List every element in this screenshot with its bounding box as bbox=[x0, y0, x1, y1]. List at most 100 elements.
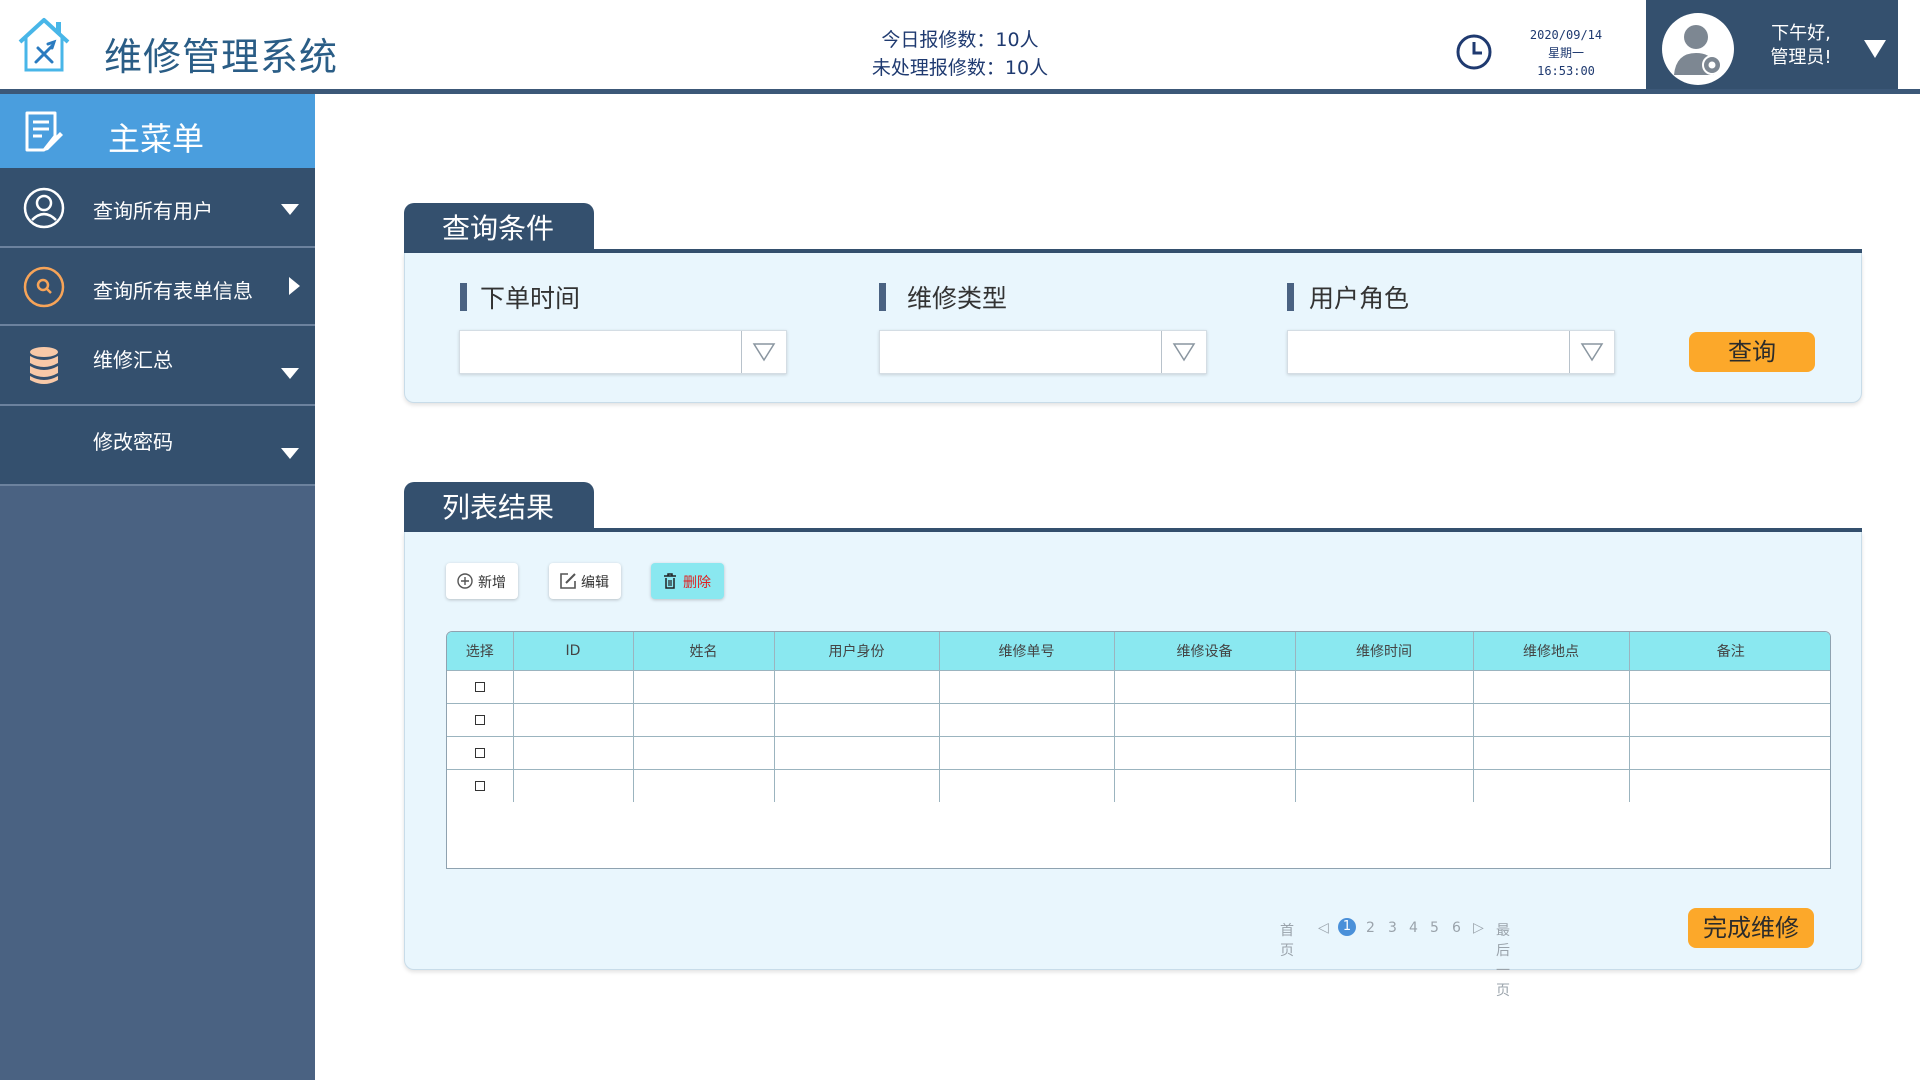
row-select-cell[interactable] bbox=[447, 735, 514, 769]
house-tools-logo-icon bbox=[18, 18, 70, 72]
column-header: 维修单号 bbox=[939, 632, 1115, 670]
sidebar-item-query-users[interactable]: 查询所有用户 bbox=[0, 168, 315, 248]
column-header: 姓名 bbox=[633, 632, 775, 670]
column-header: 维修地点 bbox=[1473, 632, 1630, 670]
column-header: ID bbox=[513, 632, 634, 670]
sidebar-item-repair-summary[interactable]: 维修汇总 bbox=[0, 326, 315, 406]
table-cell bbox=[1629, 735, 1830, 769]
delete-button-label: 删除 bbox=[683, 575, 711, 591]
select-divider bbox=[1161, 331, 1162, 373]
chevron-down-icon bbox=[1580, 343, 1604, 362]
chevron-down-icon bbox=[281, 204, 299, 215]
greeting-line1: 下午好, bbox=[1771, 23, 1831, 44]
table-cell bbox=[633, 702, 775, 736]
page-link[interactable]: 5 bbox=[1430, 920, 1439, 936]
complete-repair-button[interactable]: 完成维修 bbox=[1688, 908, 1814, 948]
column-header: 选择 bbox=[447, 632, 514, 670]
row-checkbox[interactable] bbox=[474, 715, 485, 725]
table-cell bbox=[774, 702, 940, 736]
today-reports-count: 今日报修数：10人 bbox=[881, 29, 1039, 51]
first-page-link[interactable]: 首页 bbox=[1280, 920, 1294, 960]
query-button[interactable]: 查询 bbox=[1689, 332, 1815, 372]
row-checkbox[interactable] bbox=[474, 781, 485, 792]
page-link[interactable]: 3 bbox=[1388, 920, 1397, 936]
weekday-text: 星期一 bbox=[1547, 46, 1584, 60]
table-cell bbox=[1295, 669, 1474, 703]
table-cell bbox=[1295, 768, 1474, 802]
table-cell bbox=[513, 768, 634, 802]
user-dropdown-caret-icon[interactable] bbox=[1864, 40, 1886, 58]
table-cell bbox=[1295, 702, 1474, 736]
sidebar-item-label: 修改密码 bbox=[93, 430, 173, 454]
table-cell bbox=[513, 735, 634, 769]
page-link-active[interactable]: 1 bbox=[1338, 918, 1356, 936]
column-header: 用户身份 bbox=[774, 632, 940, 670]
order-time-select[interactable] bbox=[459, 330, 787, 374]
add-button-label: 新增 bbox=[478, 575, 506, 591]
sidebar: 主菜单 查询所有用户 查询所有表单信息 维修汇总 修改密码 bbox=[0, 94, 315, 1080]
chevron-down-icon bbox=[281, 368, 299, 379]
datetime-display: 2020/09/14 星期一 16:53:00 bbox=[1510, 26, 1622, 80]
last-page-link[interactable]: 最后一页 bbox=[1496, 920, 1510, 1000]
next-page-icon[interactable]: ▷ bbox=[1473, 920, 1484, 936]
table-row[interactable] bbox=[447, 702, 1830, 736]
table-cell bbox=[1114, 669, 1296, 703]
table-row[interactable] bbox=[447, 735, 1830, 769]
prev-page-icon[interactable]: ◁ bbox=[1318, 920, 1329, 936]
user-circle-icon bbox=[23, 187, 65, 229]
user-role-label: 用户角色 bbox=[1309, 284, 1410, 313]
select-divider bbox=[1569, 331, 1570, 373]
table-cell bbox=[1114, 702, 1296, 736]
edit-button[interactable]: 编辑 bbox=[549, 563, 621, 599]
table-row[interactable] bbox=[447, 768, 1830, 802]
app-title: 维修管理系统 bbox=[104, 35, 339, 79]
table-cell bbox=[774, 735, 940, 769]
page-link[interactable]: 2 bbox=[1366, 920, 1375, 936]
table-cell bbox=[1473, 768, 1630, 802]
column-header: 维修设备 bbox=[1114, 632, 1296, 670]
user-role-select[interactable] bbox=[1287, 330, 1615, 374]
delete-button[interactable]: 删除 bbox=[651, 563, 724, 599]
chevron-down-icon bbox=[752, 343, 776, 362]
table-cell bbox=[1629, 768, 1830, 802]
add-button[interactable]: 新增 bbox=[446, 563, 518, 599]
row-checkbox[interactable] bbox=[474, 748, 485, 758]
table-cell bbox=[774, 669, 940, 703]
user-menu[interactable]: 下午好, 管理员! bbox=[1646, 0, 1898, 90]
sidebar-item-change-password[interactable]: 修改密码 bbox=[0, 406, 315, 486]
row-checkbox[interactable] bbox=[474, 682, 485, 692]
repair-type-select[interactable] bbox=[879, 330, 1207, 374]
repair-type-label: 维修类型 bbox=[907, 284, 1008, 313]
sidebar-item-query-forms[interactable]: 查询所有表单信息 bbox=[0, 248, 315, 326]
date-text: 2020/09/14 bbox=[1529, 28, 1603, 42]
table-cell bbox=[939, 768, 1115, 802]
table-cell bbox=[939, 669, 1115, 703]
sidebar-item-label: 查询所有表单信息 bbox=[93, 279, 253, 303]
table-row[interactable] bbox=[447, 669, 1830, 703]
page-link[interactable]: 6 bbox=[1452, 920, 1461, 936]
chevron-right-icon bbox=[289, 277, 300, 295]
table-cell bbox=[513, 702, 634, 736]
search-circle-icon bbox=[23, 266, 65, 308]
table-cell bbox=[939, 735, 1115, 769]
row-select-cell[interactable] bbox=[447, 669, 514, 703]
row-select-cell[interactable] bbox=[447, 768, 514, 802]
user-settings-icon bbox=[1674, 25, 1722, 75]
field-marker bbox=[1287, 283, 1294, 311]
row-select-cell[interactable] bbox=[447, 702, 514, 736]
select-divider bbox=[741, 331, 742, 373]
greeting: 下午好, 管理员! bbox=[1756, 22, 1846, 70]
table-cell bbox=[774, 768, 940, 802]
table-cell bbox=[1473, 669, 1630, 703]
sidebar-item-label: 查询所有用户 bbox=[93, 199, 213, 223]
table-cell bbox=[939, 702, 1115, 736]
page-link[interactable]: 4 bbox=[1409, 920, 1418, 936]
result-table: 选择 ID 姓名 用户身份 维修单号 维修设备 维修时间 维修地点 备注 bbox=[446, 631, 1831, 869]
table-cell bbox=[633, 669, 775, 703]
trash-icon bbox=[664, 573, 676, 589]
table-cell bbox=[1473, 735, 1630, 769]
time-text: 16:53:00 bbox=[1537, 64, 1595, 78]
top-header: 维修管理系统 今日报修数：10人 未处理报修数：10人 2020/09/14 星… bbox=[0, 0, 1920, 90]
sidebar-item-label: 维修汇总 bbox=[93, 348, 173, 372]
table-cell bbox=[1473, 702, 1630, 736]
